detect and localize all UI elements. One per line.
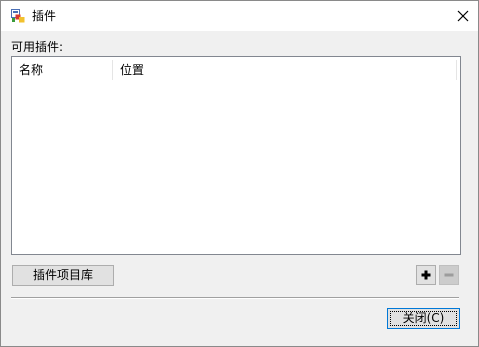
column-header-name[interactable]: 名称 — [12, 57, 113, 83]
plugins-list[interactable]: 名称 位置 — [11, 56, 461, 255]
column-separator[interactable] — [456, 60, 457, 80]
remove-plugin-button[interactable] — [439, 265, 459, 285]
column-header-location-label: 位置 — [120, 63, 145, 77]
plugin-gallery-button-label: 插件项目库 — [32, 268, 93, 282]
app-icon — [11, 9, 25, 23]
column-header-location[interactable]: 位置 — [113, 57, 458, 83]
close-window-button[interactable] — [447, 1, 478, 31]
minus-icon — [444, 273, 454, 277]
close-icon — [457, 10, 468, 22]
close-button-label: 关闭(C) — [402, 311, 445, 325]
window-title: 插件 — [32, 9, 57, 23]
list-header: 名称 位置 — [12, 57, 458, 83]
plugins-dialog: 插件 可用插件: 名称 位置 插件项目库 关闭(C) — [0, 0, 479, 347]
title-bar[interactable]: 插件 — [1, 1, 478, 31]
close-button[interactable]: 关闭(C) — [387, 308, 460, 329]
add-plugin-button[interactable] — [416, 265, 436, 285]
plugin-gallery-button[interactable]: 插件项目库 — [12, 265, 114, 286]
available-plugins-label: 可用插件: — [11, 40, 64, 54]
footer-divider — [11, 297, 459, 299]
column-header-name-label: 名称 — [19, 63, 44, 77]
plus-icon — [421, 270, 431, 280]
